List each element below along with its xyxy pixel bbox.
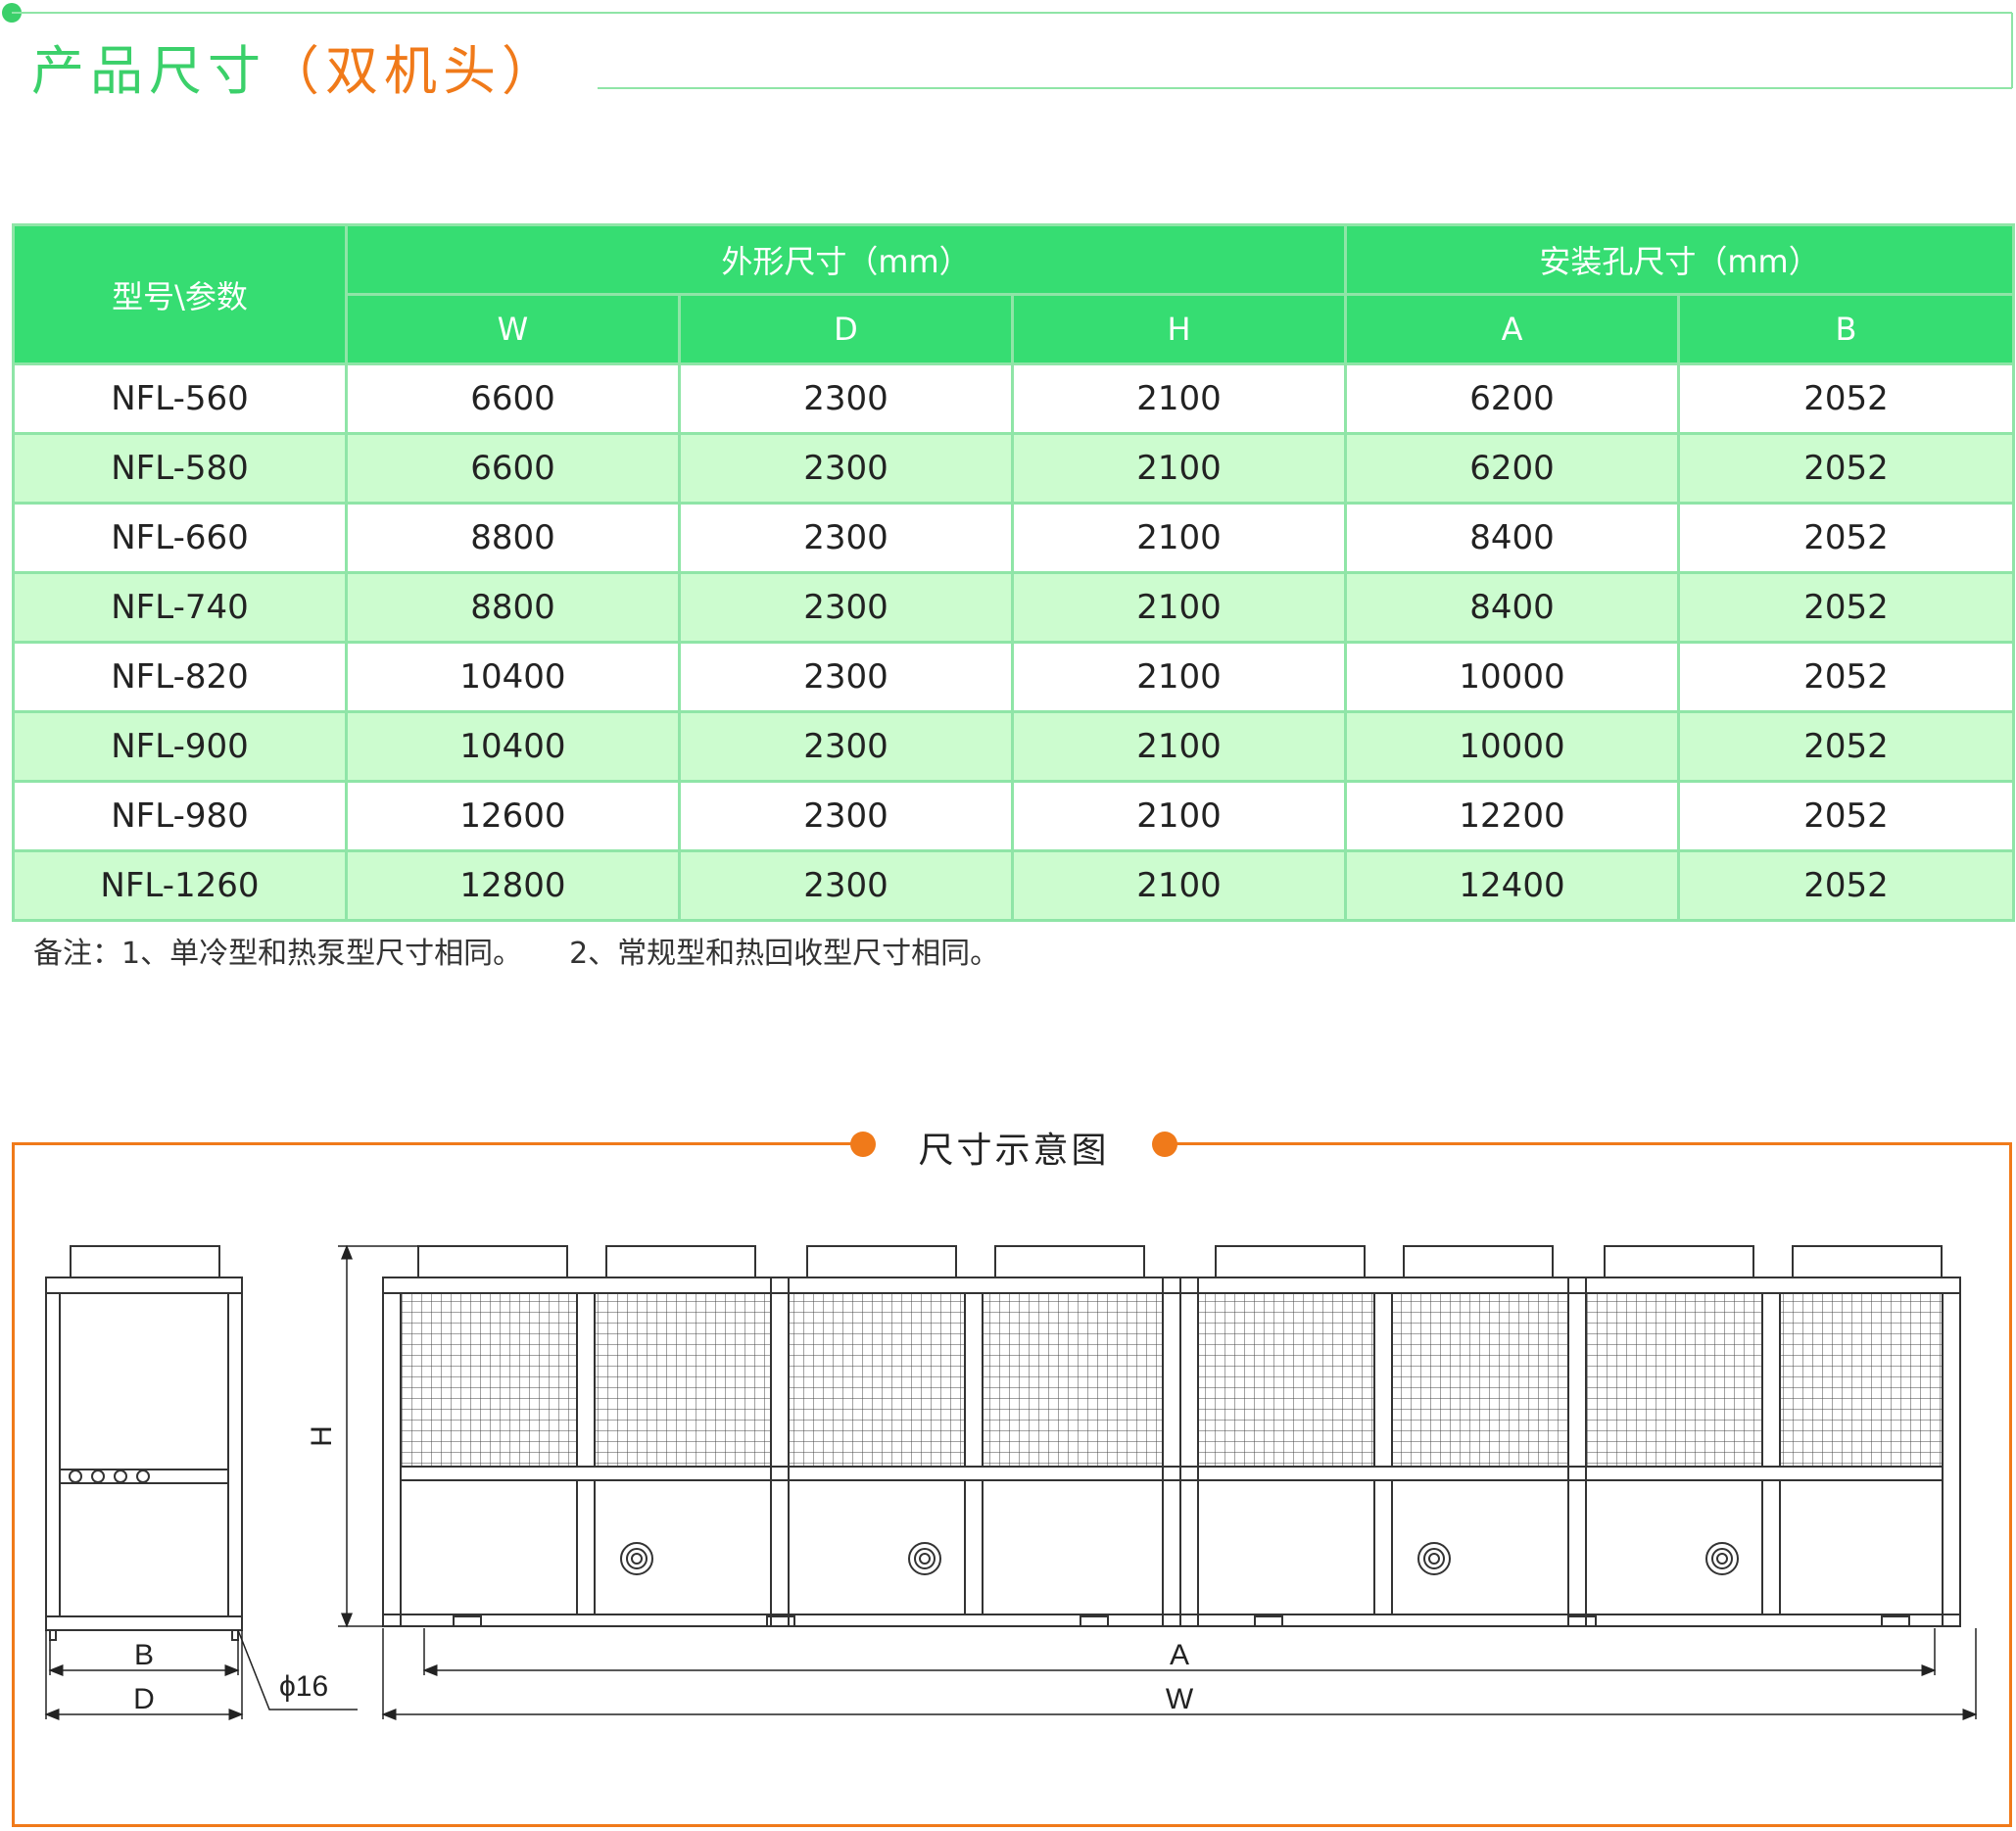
table-cell: 2100 — [1010, 362, 1348, 435]
diagram-title: 尺寸示意图 — [918, 1131, 1110, 1171]
table-row: NFL-980 12600 2300 2100 12200 2052 — [12, 780, 2016, 852]
model-cell: NFL-580 — [12, 432, 348, 505]
table-cell: 8800 — [345, 571, 681, 644]
table-cell: 6200 — [1344, 432, 1681, 505]
dimension-label-w: W — [1166, 1683, 1194, 1715]
model-cell: NFL-820 — [12, 641, 348, 713]
table-cell: 10400 — [345, 710, 681, 783]
table-cell: 2100 — [1010, 432, 1348, 505]
table-cell: 10400 — [345, 641, 681, 713]
table-cell: 6200 — [1344, 362, 1681, 435]
table-cell: 6600 — [345, 362, 681, 435]
page-title: 产品尺寸（双机头） — [31, 27, 560, 105]
table-row: NFL-820 10400 2300 2100 10000 2052 — [12, 641, 2016, 713]
table-row: NFL-1260 12800 2300 2100 12400 2052 — [12, 849, 2016, 922]
side-view — [45, 1245, 243, 1641]
dimension-label-h: H — [306, 1425, 338, 1447]
diagram-header-dot-right — [1152, 1132, 1177, 1157]
table-cell: 12600 — [345, 780, 681, 852]
model-cell: NFL-980 — [12, 780, 348, 852]
footnote-part-1: 备注：1、单冷型和热泵型尺寸相同。 — [33, 937, 523, 971]
pipe-diameter-label: ϕ16 — [279, 1670, 328, 1703]
dimension-label-b: B — [134, 1639, 154, 1671]
table-cell: 2100 — [1010, 641, 1348, 713]
table-cell: 2100 — [1010, 571, 1348, 644]
group-header-mount: 安装孔尺寸（mm） — [1344, 223, 2016, 296]
table-row: NFL-900 10400 2300 2100 10000 2052 — [12, 710, 2016, 783]
table-cell: 2300 — [678, 641, 1014, 713]
table-cell: 2300 — [678, 571, 1014, 644]
table-cell: 2100 — [1010, 710, 1348, 783]
model-cell: NFL-900 — [12, 710, 348, 783]
table-cell: 12800 — [345, 849, 681, 922]
table-cell: 2052 — [1677, 432, 2016, 505]
table-cell: 10000 — [1344, 641, 1681, 713]
table-cell: 2052 — [1677, 502, 2016, 574]
table-cell: 2100 — [1010, 849, 1348, 922]
column-header-b: B — [1677, 293, 2016, 365]
table-cell: 2052 — [1677, 362, 2016, 435]
footnote: 备注：1、单冷型和热泵型尺寸相同。 2、常规型和热回收型尺寸相同。 — [33, 929, 999, 972]
table-cell: 2300 — [678, 710, 1014, 783]
param-header: 型号\参数 — [12, 223, 348, 365]
table-cell: 12400 — [1344, 849, 1681, 922]
column-header-w: W — [345, 293, 681, 365]
model-cell: NFL-1260 — [12, 849, 348, 922]
column-header-a: A — [1344, 293, 1681, 365]
table-cell: 8800 — [345, 502, 681, 574]
table-cell: 8400 — [1344, 502, 1681, 574]
diagram-header-line-left — [12, 1142, 864, 1145]
dimension-label-a: A — [1170, 1639, 1189, 1671]
column-header-h: H — [1010, 293, 1348, 365]
table-row: NFL-560 6600 2300 2100 6200 2052 — [12, 362, 2016, 435]
table-cell: 2052 — [1677, 571, 2016, 644]
table-cell: 2300 — [678, 432, 1014, 505]
table-cell: 8400 — [1344, 571, 1681, 644]
group-header-outer: 外形尺寸（mm） — [344, 223, 1348, 296]
column-header-d: D — [678, 293, 1014, 365]
table-cell: 6600 — [345, 432, 681, 505]
diagram-header-dot-left — [850, 1132, 876, 1157]
table-row: NFL-740 8800 2300 2100 8400 2052 — [12, 571, 2016, 644]
dimension-table: 型号\参数 外形尺寸（mm） 安装孔尺寸（mm） W D H A B NFL-5… — [12, 223, 2016, 922]
diagram-header-line-right — [1164, 1142, 2012, 1145]
dimension-label-d: D — [133, 1683, 155, 1715]
table-cell: 10000 — [1344, 710, 1681, 783]
table-cell: 2300 — [678, 502, 1014, 574]
table-cell: 2300 — [678, 849, 1014, 922]
front-view — [382, 1245, 1961, 1627]
table-row: NFL-660 8800 2300 2100 8400 2052 — [12, 502, 2016, 574]
dimension-drawing: B D ϕ16 H A W — [44, 1244, 1978, 1720]
footnote-part-2: 2、常规型和热回收型尺寸相同。 — [569, 937, 1000, 971]
table-cell: 2052 — [1677, 710, 2016, 783]
table-cell: 2052 — [1677, 849, 2016, 922]
table-cell: 2100 — [1010, 502, 1348, 574]
table-cell: 12200 — [1344, 780, 1681, 852]
model-cell: NFL-740 — [12, 571, 348, 644]
page-title-main: 产品尺寸 — [31, 40, 266, 102]
table-cell: 2100 — [1010, 780, 1348, 852]
table-row: NFL-580 6600 2300 2100 6200 2052 — [12, 432, 2016, 505]
table-cell: 2052 — [1677, 780, 2016, 852]
model-cell: NFL-560 — [12, 362, 348, 435]
table-cell: 2300 — [678, 780, 1014, 852]
table-cell: 2300 — [678, 362, 1014, 435]
page-title-sub: （双机头） — [266, 40, 560, 102]
table-cell: 2052 — [1677, 641, 2016, 713]
model-cell: NFL-660 — [12, 502, 348, 574]
